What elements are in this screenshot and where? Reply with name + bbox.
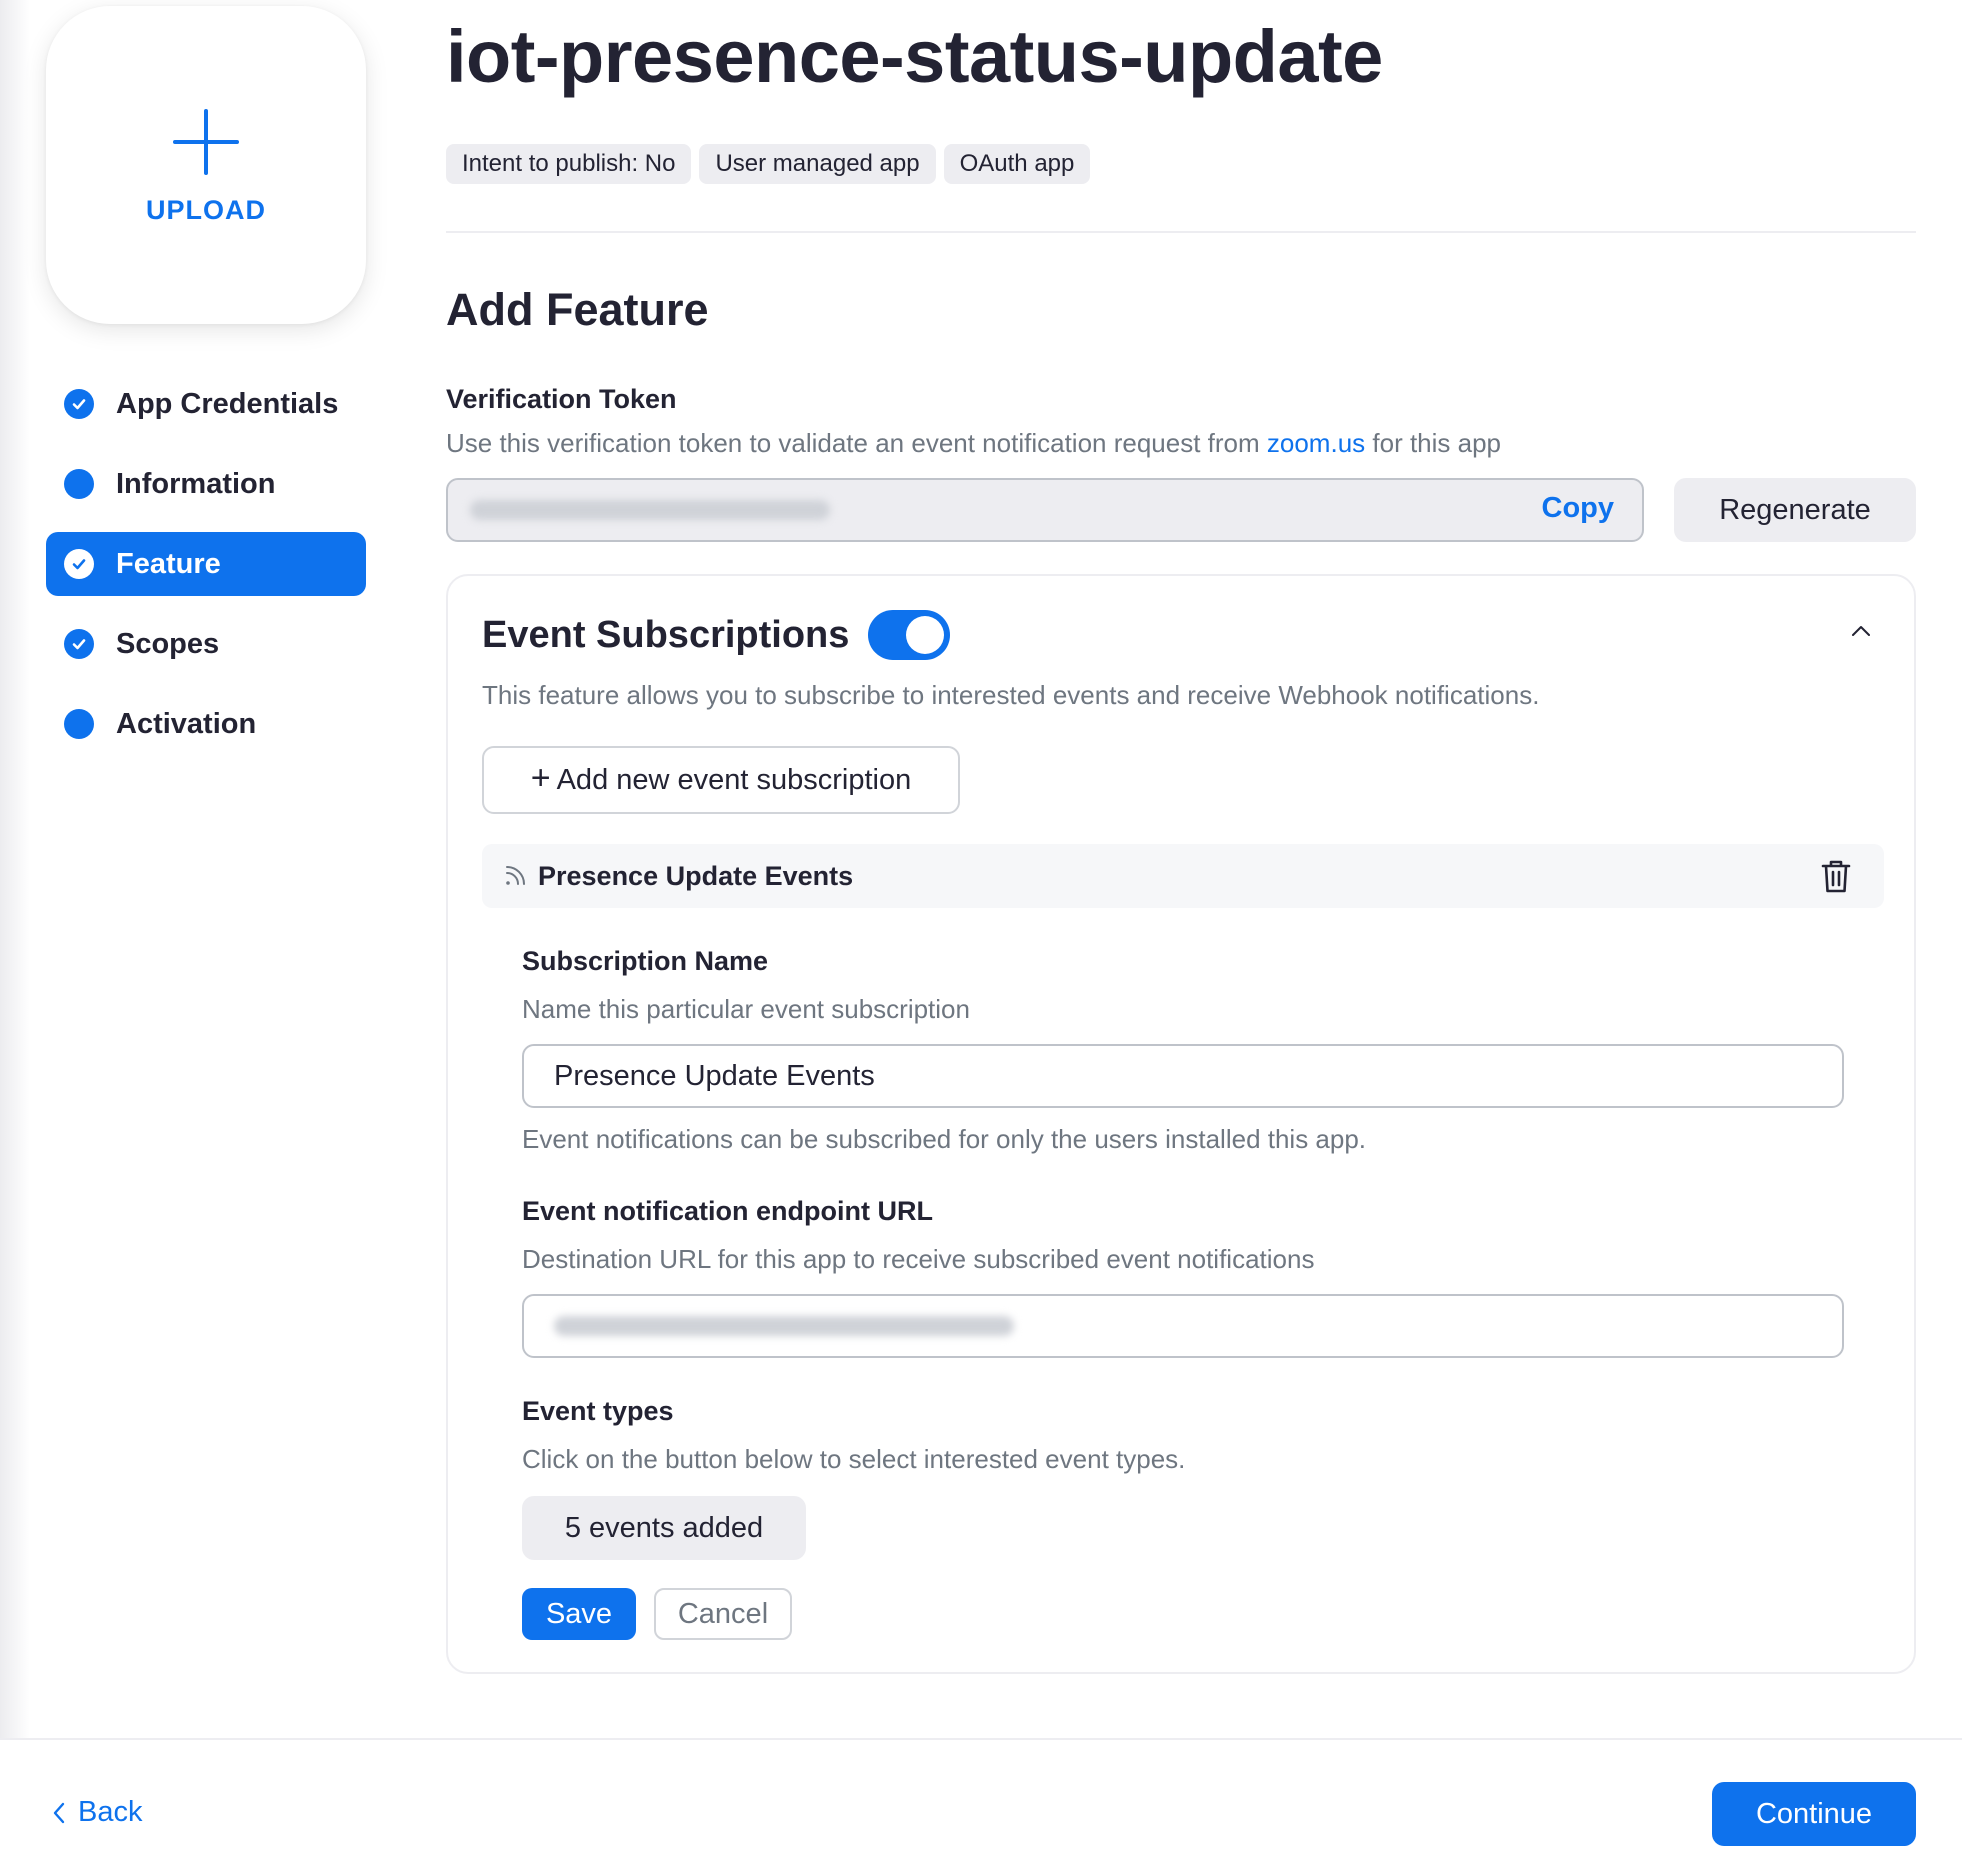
event-types-description: Click on the button below to select inte… (522, 1444, 1186, 1474)
save-button[interactable]: Save (522, 1588, 636, 1640)
back-button[interactable]: Back (50, 1796, 142, 1829)
plus-icon: + (530, 759, 551, 797)
check-circle-icon (64, 549, 94, 579)
dot-icon (64, 709, 94, 739)
event-subscriptions-card: Event Subscriptions This feature allows … (446, 574, 1916, 1674)
description-text: for this app (1365, 428, 1502, 458)
back-label: Back (78, 1796, 143, 1828)
cancel-button[interactable]: Cancel (654, 1588, 792, 1640)
left-edge-shade (0, 0, 30, 1738)
section-heading: Add Feature (446, 284, 709, 335)
tag-oauth: OAuth app (943, 144, 1091, 184)
event-subscriptions-description: This feature allows you to subscribe to … (482, 680, 1540, 710)
endpoint-url-description: Destination URL for this app to receive … (522, 1244, 1315, 1274)
endpoint-url-label: Event notification endpoint URL (522, 1196, 933, 1226)
event-subscriptions-toggle[interactable] (868, 610, 950, 660)
sidebar-item-feature[interactable]: Feature (46, 532, 366, 596)
sidebar-item-scopes[interactable]: Scopes (46, 612, 366, 676)
endpoint-url-input[interactable] (522, 1294, 1844, 1358)
sidebar-nav: App Credentials Information Feature Scop… (46, 372, 366, 772)
add-event-subscription-button[interactable]: + Add new event subscription (482, 746, 960, 814)
sidebar-item-label: Scopes (116, 627, 220, 660)
chevron-left-icon (53, 1802, 65, 1823)
tag-user-managed: User managed app (699, 144, 936, 184)
check-circle-icon (64, 389, 94, 419)
event-types-button[interactable]: 5 events added (522, 1496, 806, 1560)
sidebar-item-label: Activation (116, 707, 257, 740)
continue-button[interactable]: Continue (1712, 1782, 1916, 1846)
redacted-token (470, 500, 830, 520)
tag-intent-to-publish: Intent to publish: No (446, 144, 692, 184)
sidebar-item-activation[interactable]: Activation (46, 692, 366, 756)
sidebar-item-app-credentials[interactable]: App Credentials (46, 372, 366, 436)
verification-token-field: Copy (446, 478, 1644, 542)
divider (446, 231, 1916, 233)
dot-icon (64, 469, 94, 499)
add-event-subscription-label: Add new event subscription (556, 763, 912, 796)
subscription-header[interactable]: Presence Update Events (482, 844, 1884, 908)
sidebar-item-label: Feature (116, 547, 221, 580)
subscription-name-note: Event notifications can be subscribed fo… (522, 1124, 1367, 1154)
subscription-name-input[interactable]: Presence Update Events (522, 1044, 1844, 1108)
trash-icon[interactable] (1816, 856, 1856, 896)
zoom-link[interactable]: zoom.us (1267, 428, 1365, 458)
check-circle-icon (64, 629, 94, 659)
event-types-label: Event types (522, 1396, 674, 1426)
regenerate-button[interactable]: Regenerate (1674, 478, 1916, 542)
upload-label: UPLOAD (146, 194, 266, 225)
sidebar-item-label: App Credentials (116, 387, 339, 420)
subscription-name-label: Subscription Name (522, 946, 769, 976)
description-text: Use this verification token to validate … (446, 428, 1267, 458)
rss-icon (506, 866, 525, 885)
sidebar-item-label: Information (116, 467, 276, 500)
chevron-up-icon[interactable] (1848, 618, 1874, 644)
plus-icon (173, 108, 239, 175)
subscription-header-name: Presence Update Events (538, 860, 854, 891)
sidebar-item-information[interactable]: Information (46, 452, 366, 516)
redacted-url (554, 1316, 1014, 1336)
upload-button[interactable]: UPLOAD (46, 6, 366, 324)
page-title: iot-presence-status-update (446, 15, 1383, 98)
copy-button[interactable]: Copy (1542, 492, 1615, 525)
verification-token-description: Use this verification token to validate … (446, 428, 1501, 459)
subscription-name-description: Name this particular event subscription (522, 994, 970, 1024)
app-tags: Intent to publish: No User managed app O… (446, 144, 1091, 184)
footer-divider (0, 1738, 1962, 1740)
verification-token-label: Verification Token (446, 384, 677, 414)
event-subscriptions-title: Event Subscriptions (482, 614, 850, 656)
